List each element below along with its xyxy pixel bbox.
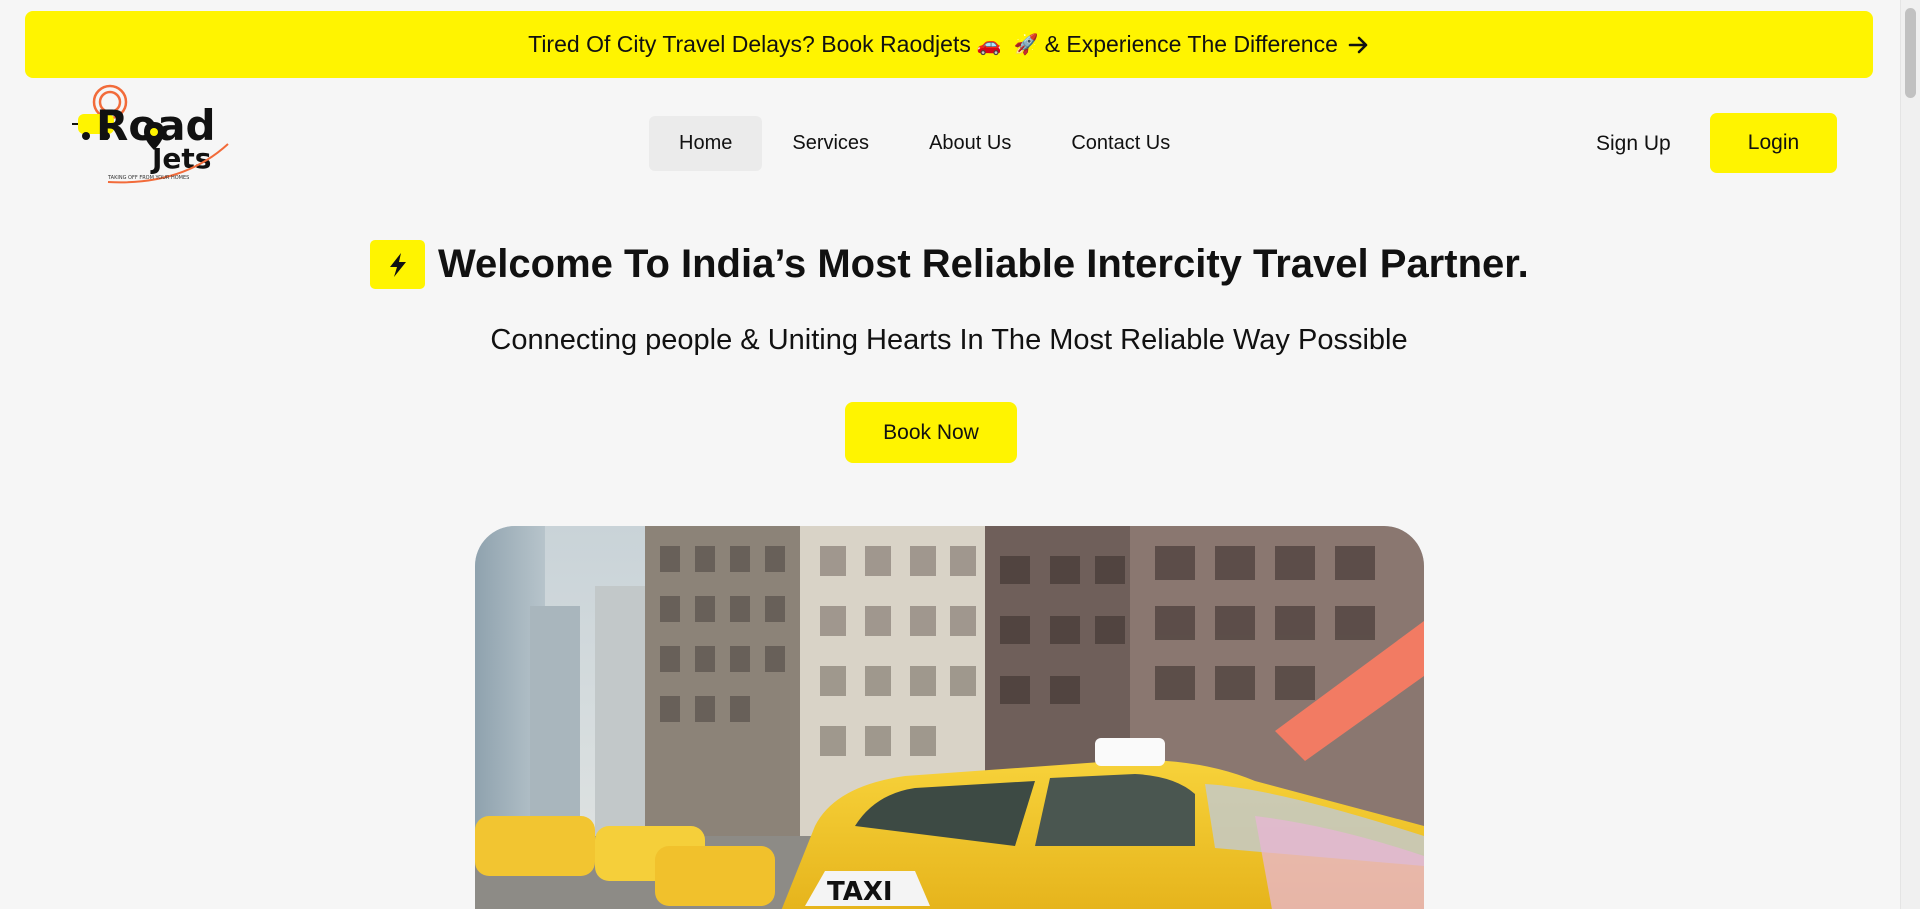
announcement-text-before: Tired Of City Travel Delays? Book Raodje… bbox=[528, 31, 971, 57]
roadjets-logo[interactable]: Road Jets TAKING OFF FROM YOUR HOMES bbox=[72, 82, 232, 186]
hero-heading: Welcome To India’s Most Reliable Interci… bbox=[438, 242, 1529, 286]
book-now-button[interactable]: Book Now bbox=[845, 402, 1017, 463]
lightning-bolt-icon bbox=[370, 240, 425, 289]
sign-up-link[interactable]: Sign Up bbox=[1578, 116, 1689, 171]
logo-tagline: TAKING OFF FROM YOUR HOMES bbox=[107, 175, 189, 181]
hero-subtitle: Connecting people & Uniting Hearts In Th… bbox=[490, 324, 1408, 356]
hero-title: Welcome To India’s Most Reliable Interci… bbox=[370, 240, 1529, 289]
nav-item-home[interactable]: Home bbox=[649, 116, 763, 171]
nav-item-services[interactable]: Services bbox=[762, 116, 899, 171]
main-nav: Home Services About Us Contact Us bbox=[649, 116, 1200, 171]
hero-taxi-street-image: TAXI bbox=[475, 526, 1424, 909]
logo-brand-jets: Jets bbox=[150, 142, 211, 175]
page: Tired Of City Travel Delays? Book Raodje… bbox=[0, 0, 1920, 909]
page-scrollbar[interactable] bbox=[1900, 0, 1920, 909]
login-button[interactable]: Login bbox=[1710, 113, 1837, 173]
car-emoji-icon: 🚗 bbox=[976, 34, 1002, 56]
nav-item-contact-us[interactable]: Contact Us bbox=[1041, 116, 1200, 171]
arrow-right-icon bbox=[1348, 35, 1370, 55]
scrollbar-thumb[interactable] bbox=[1905, 8, 1916, 98]
taxi-sign-label: TAXI bbox=[827, 877, 893, 907]
announcement-text-after: & Experience The Difference bbox=[1044, 31, 1338, 57]
announcement-bar[interactable]: Tired Of City Travel Delays? Book Raodje… bbox=[25, 11, 1873, 78]
rocket-emoji-icon: 🚀 bbox=[1013, 34, 1039, 56]
nav-item-about-us[interactable]: About Us bbox=[899, 116, 1041, 171]
